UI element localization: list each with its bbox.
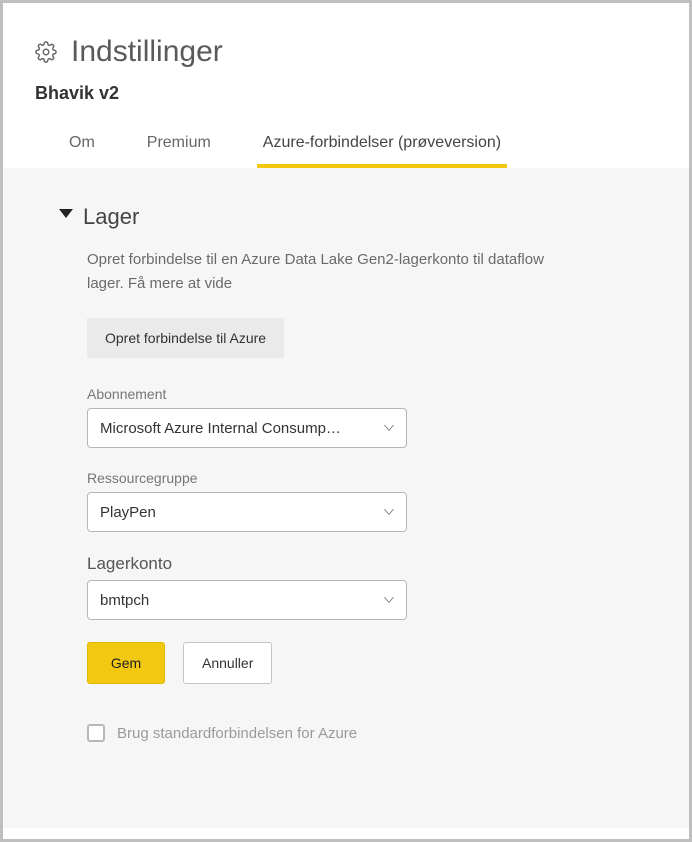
section-title-storage: Lager bbox=[83, 204, 139, 230]
save-button[interactable]: Gem bbox=[87, 642, 165, 684]
cancel-button[interactable]: Annuller bbox=[183, 642, 272, 684]
tab-azure-connections[interactable]: Azure-forbindelser (prøveversion) bbox=[257, 126, 507, 168]
section-description: Opret forbindelse til en Azure Data Lake… bbox=[87, 248, 567, 296]
chevron-down-icon bbox=[384, 597, 394, 603]
resource-group-select[interactable]: PlayPen bbox=[87, 492, 407, 532]
subscription-value: Microsoft Azure Internal Consump… bbox=[100, 420, 341, 437]
chevron-down-icon bbox=[384, 425, 394, 431]
storage-account-value: bmtpch bbox=[100, 592, 149, 609]
storage-account-select[interactable]: bmtpch bbox=[87, 580, 407, 620]
use-default-connection-label: Brug standardforbindelsen for Azure bbox=[117, 725, 357, 742]
page-title: Indstillinger bbox=[71, 35, 223, 69]
use-default-connection-checkbox[interactable] bbox=[87, 724, 105, 742]
learn-more-link[interactable]: Få mere at vide bbox=[128, 275, 232, 292]
tabs: Om Premium Azure-forbindelser (prøvevers… bbox=[35, 126, 657, 168]
storage-account-label: Lagerkonto bbox=[87, 554, 633, 574]
resource-group-value: PlayPen bbox=[100, 504, 156, 521]
tab-premium[interactable]: Premium bbox=[141, 126, 217, 168]
subscription-label: Abonnement bbox=[87, 386, 633, 402]
resource-group-label: Ressourcegruppe bbox=[87, 470, 633, 486]
workspace-name: Bhavik v2 bbox=[35, 83, 657, 104]
chevron-down-icon bbox=[384, 509, 394, 515]
gear-icon bbox=[35, 41, 57, 63]
tab-about[interactable]: Om bbox=[63, 126, 101, 168]
collapse-caret-icon[interactable] bbox=[59, 209, 73, 218]
connect-to-azure-button[interactable]: Opret forbindelse til Azure bbox=[87, 318, 284, 358]
subscription-select[interactable]: Microsoft Azure Internal Consump… bbox=[87, 408, 407, 448]
